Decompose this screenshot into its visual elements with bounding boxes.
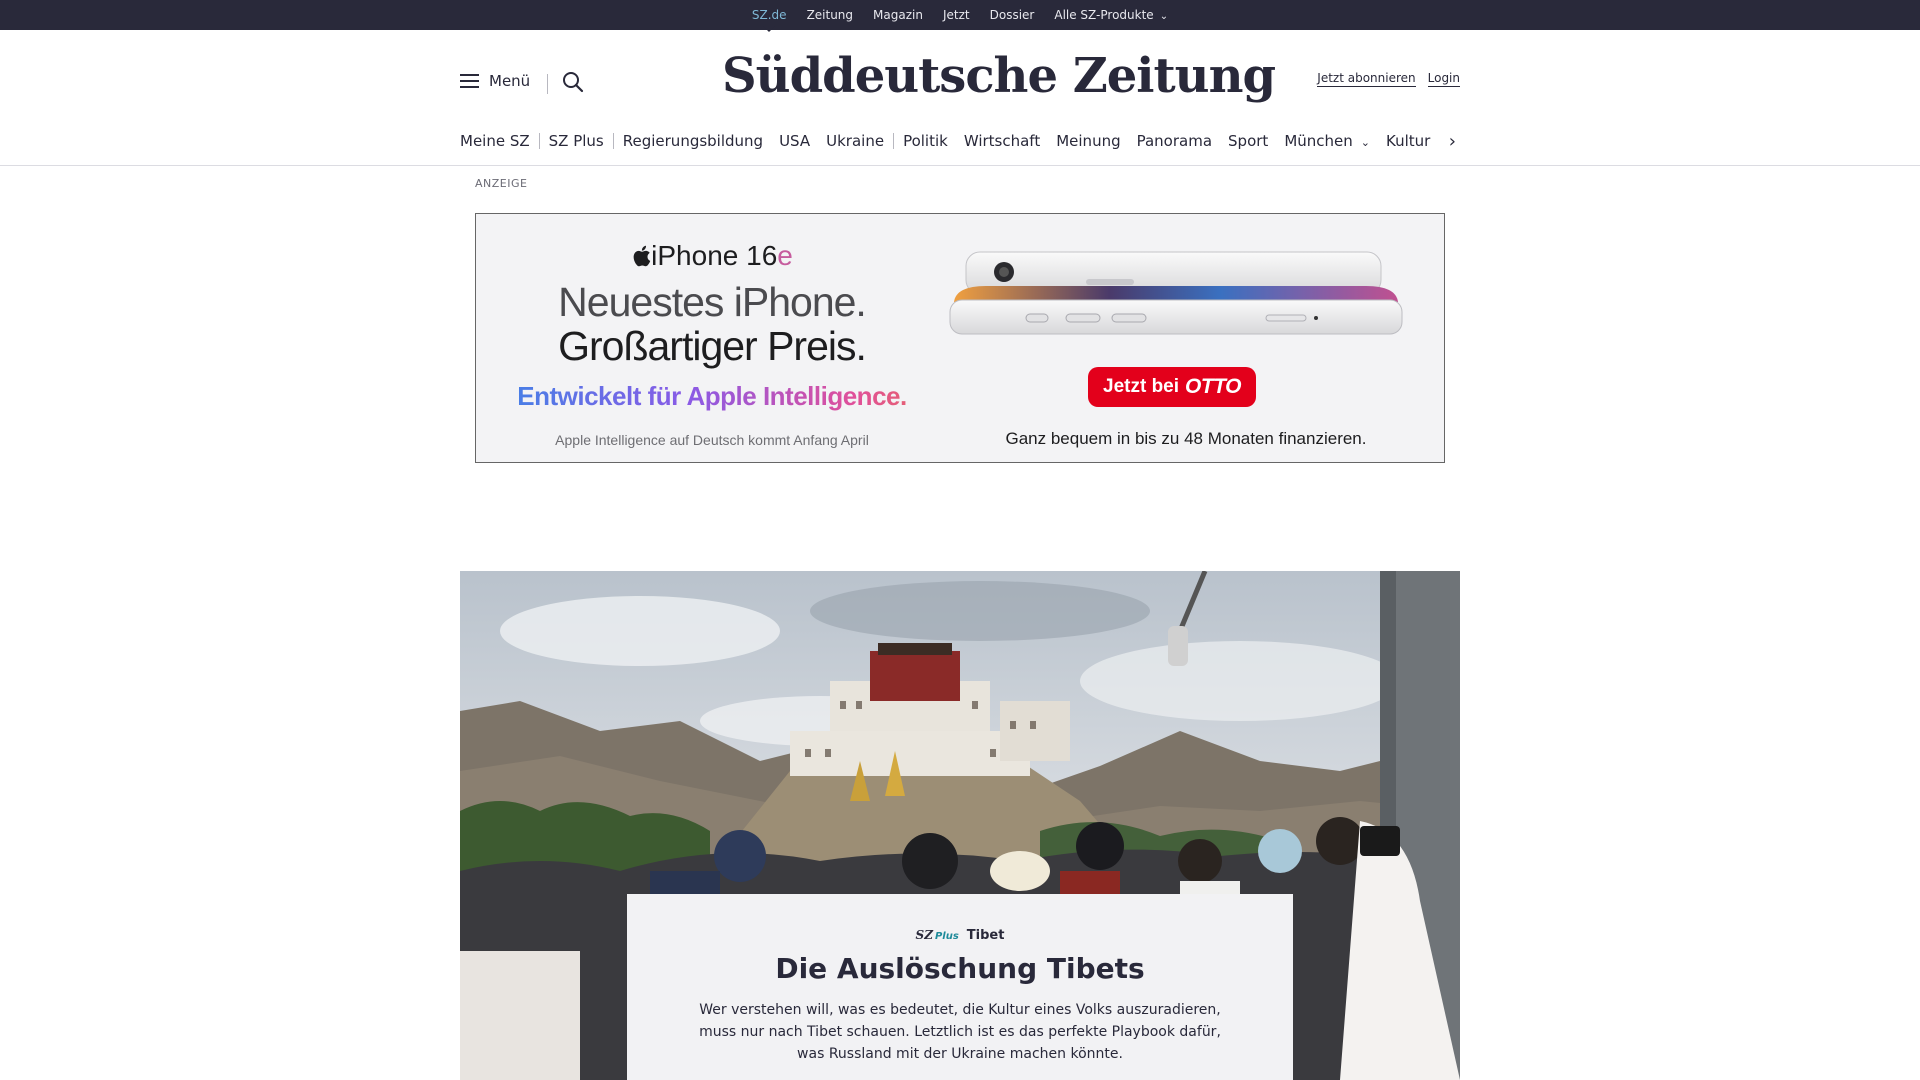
ad-tagline: Entwickelt für Apple Intelligence. — [476, 381, 948, 412]
article-kicker-label: Tibet — [966, 928, 1005, 943]
header-account-links: Jetzt abonnieren Login — [1317, 71, 1460, 87]
article-title[interactable]: Die Auslöschung Tibets — [627, 952, 1293, 985]
topbar-link-zeitung[interactable]: Zeitung — [807, 8, 853, 22]
nav-item-meine-sz[interactable]: Meine SZ — [460, 132, 530, 150]
nav-separator — [612, 133, 614, 149]
sz-plus-badge-suffix: Plus — [934, 931, 959, 942]
login-link[interactable]: Login — [1427, 71, 1460, 87]
header-divider — [547, 74, 548, 94]
topbar-link-magazin[interactable]: Magazin — [873, 8, 923, 22]
nav-item-sport[interactable]: Sport — [1228, 132, 1268, 150]
nav-item-wirtschaft[interactable]: Wirtschaft — [964, 132, 1040, 150]
site-logo[interactable]: Süddeutsche Zeitung — [722, 48, 1276, 110]
sz-plus-badge: SZ — [915, 928, 933, 942]
article-kicker: SZ Plus Tibet — [627, 928, 1293, 943]
advertisement-banner[interactable]: iPhone 16e Neuestes iPhone. Großartiger … — [475, 213, 1445, 463]
topbar-link-dossier[interactable]: Dossier — [990, 8, 1035, 22]
nav-item-muenchen[interactable]: München ⌄ — [1284, 132, 1370, 150]
apple-logo-icon — [633, 245, 651, 267]
chevron-down-icon: ⌄ — [1159, 11, 1169, 22]
subscribe-link[interactable]: Jetzt abonnieren — [1317, 71, 1416, 87]
nav-item-usa[interactable]: USA — [779, 132, 810, 150]
otto-cta-button[interactable]: Jetzt bei OTTO — [1088, 367, 1256, 407]
nav-item-regierungsbildung[interactable]: Regierungsbildung — [623, 132, 763, 150]
topbar-link-szde[interactable]: SZ.de — [752, 8, 787, 22]
menu-label: Menü — [489, 72, 531, 90]
nav-item-muenchen-label: München — [1284, 132, 1353, 150]
iphone-product-image — [949, 251, 1403, 335]
nav-item-sz-plus[interactable]: SZ Plus — [549, 132, 604, 150]
nav-item-kultur[interactable]: Kultur — [1386, 132, 1430, 150]
top-bar: SZ.de Zeitung Magazin Jetzt Dossier Alle… — [0, 0, 1920, 30]
site-header: Menü Süddeutsche Zeitung Jetzt abonniere… — [460, 30, 1460, 135]
hamburger-icon — [460, 74, 479, 88]
search-button[interactable] — [561, 70, 585, 94]
otto-logo: OTTO — [1185, 375, 1241, 398]
ad-headline-line1: Neuestes iPhone. — [558, 279, 867, 325]
ad-brand-suffix: e — [777, 240, 793, 271]
topbar-products-label: Alle SZ-Produkte — [1054, 8, 1154, 22]
ad-brand: iPhone 16e — [476, 240, 948, 272]
ad-headline: Neuestes iPhone. Großartiger Preis. — [476, 280, 948, 368]
ad-headline-line2: Großartiger Preis. — [558, 323, 867, 369]
header-divider-line — [0, 165, 1920, 166]
ad-label: ANZEIGE — [475, 177, 528, 190]
nav-separator — [893, 133, 895, 149]
nav-item-ukraine[interactable]: Ukraine — [826, 132, 884, 150]
search-icon — [563, 72, 584, 93]
nav-item-panorama[interactable]: Panorama — [1137, 132, 1212, 150]
chevron-down-icon: ⌄ — [1360, 136, 1370, 149]
section-nav: Meine SZ SZ Plus Regierungsbildung USA U… — [460, 128, 1460, 154]
ad-finance-text: Ganz bequem in bis zu 48 Monaten finanzi… — [1005, 429, 1367, 448]
ad-disclaimer: Apple Intelligence auf Deutsch kommt Anf… — [555, 432, 869, 448]
nav-separator — [538, 133, 540, 149]
menu-button[interactable]: Menü — [460, 72, 530, 90]
ad-brand-name: iPhone 16 — [651, 240, 778, 271]
nav-item-meinung[interactable]: Meinung — [1056, 132, 1120, 150]
article-teaser-card[interactable]: SZ Plus Tibet Die Auslöschung Tibets Wer v… — [627, 894, 1293, 1080]
article-summary: Wer verstehen will, was es bedeutet, die… — [699, 1002, 1221, 1062]
nav-item-politik[interactable]: Politik — [903, 132, 948, 150]
topbar-products-dropdown[interactable]: Alle SZ-Produkte ⌄ — [1054, 8, 1168, 22]
cta-label: Jetzt bei — [1103, 376, 1180, 397]
nav-scroll-right-icon[interactable]: › — [1449, 131, 1456, 152]
topbar-link-jetzt[interactable]: Jetzt — [943, 8, 970, 22]
